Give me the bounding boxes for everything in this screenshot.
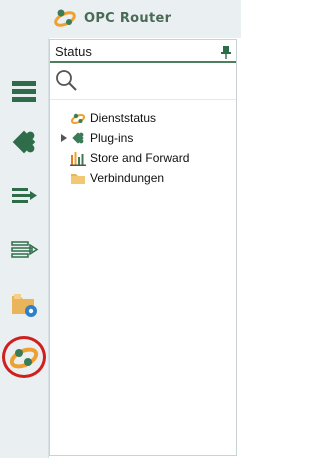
plugin-icon: [70, 130, 86, 146]
opc-router-logo-icon: [52, 4, 78, 30]
search-divider: [50, 99, 236, 100]
flow-icon[interactable]: [8, 180, 40, 212]
tree-item-verbindungen[interactable]: Verbindungen: [50, 168, 236, 188]
expand-arrow-icon[interactable]: [60, 132, 68, 142]
tree-item-label: Plug-ins: [90, 131, 134, 145]
tree-item-label: Verbindungen: [90, 171, 165, 185]
tree-item-store-and-forward[interactable]: Store and Forward: [50, 148, 236, 168]
folder-settings-icon[interactable]: [8, 288, 40, 320]
panel-title: Status: [55, 44, 92, 59]
panel-header: Status: [50, 40, 236, 63]
tree-item-dienststatus[interactable]: Dienststatus: [50, 108, 236, 128]
folder-icon: [70, 170, 86, 186]
search-icon[interactable]: [54, 68, 78, 92]
status-panel: Status Dienststatus Plug-ins Store and F…: [49, 39, 237, 456]
pin-icon[interactable]: [220, 44, 232, 59]
status-tree: Dienststatus Plug-ins Store and Forward …: [50, 108, 236, 188]
sidebar: [0, 0, 49, 458]
store-forward-icon: [70, 150, 86, 166]
dienststatus-icon: [70, 110, 86, 126]
app-title: OPC Router: [84, 11, 172, 26]
plugin-icon[interactable]: [8, 126, 40, 158]
list-icon[interactable]: [8, 76, 40, 108]
tree-item-label: Dienststatus: [90, 111, 157, 125]
active-indicator: [2, 336, 46, 378]
brand-header: OPC Router: [48, 0, 241, 38]
tree-item-label: Store and Forward: [90, 151, 190, 165]
flow-outline-icon[interactable]: [8, 234, 40, 266]
tree-item-plug-ins[interactable]: Plug-ins: [50, 128, 236, 148]
